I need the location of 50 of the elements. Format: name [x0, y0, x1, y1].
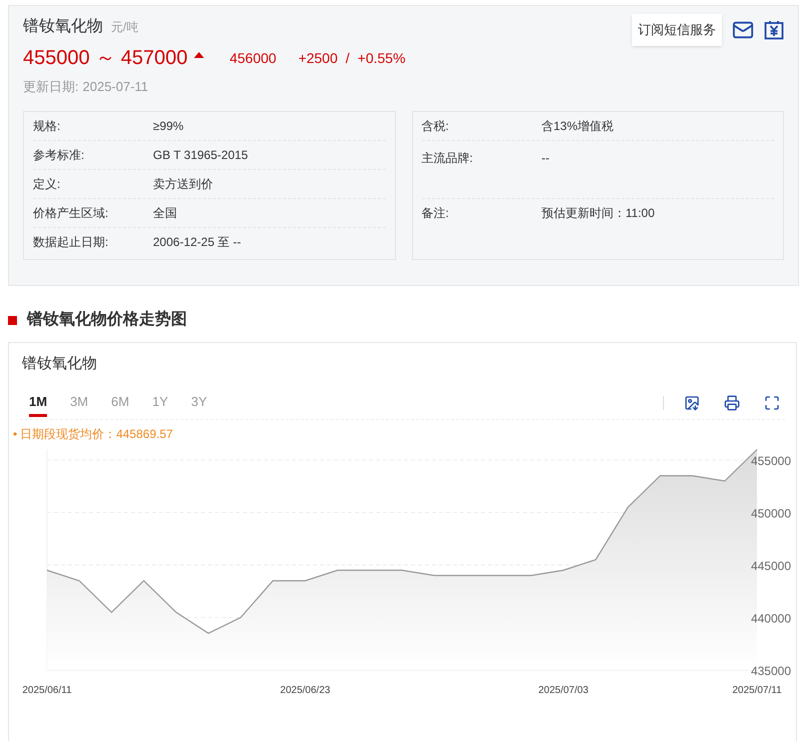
y-axis-label: 450000: [750, 506, 791, 520]
spec-label: 含税:: [422, 118, 450, 134]
update-label: 更新日期:: [23, 78, 79, 96]
spec-value: 卖方送到价: [153, 176, 213, 192]
price-change: +2500: [298, 48, 338, 68]
section-marker: [8, 316, 17, 324]
section-title: 镨钕氧化物价格走势图: [27, 309, 187, 330]
bullet-icon: •: [13, 424, 18, 442]
unit-label: 元/吨: [111, 19, 138, 36]
update-date: 2025-07-11: [82, 78, 148, 96]
x-axis-label: 2025/06/23: [280, 684, 330, 696]
spec-label: 参考标准:: [33, 146, 86, 164]
spec-label: 数据起止日期:: [33, 234, 110, 251]
range-tab[interactable]: 3M: [70, 390, 88, 416]
mail-icon[interactable]: [732, 19, 754, 41]
range-tab[interactable]: 1Y: [152, 390, 168, 416]
y-axis-label: 440000: [750, 611, 791, 625]
product-title: 镨钕氧化物: [23, 17, 103, 37]
y-axis-label: 435000: [750, 664, 791, 678]
spec-label: 定义:: [33, 176, 62, 192]
x-axis-label: 2025/07/11: [732, 684, 782, 696]
print-icon[interactable]: [724, 395, 740, 411]
spec-label: 备注:: [422, 205, 450, 222]
spec-value: --: [542, 150, 550, 166]
spec-value: 2006-12-25 至 --: [153, 234, 242, 251]
yen-document-icon[interactable]: [764, 20, 784, 40]
range-tab[interactable]: 6M: [111, 390, 130, 416]
spec-label: 主流品牌:: [422, 150, 474, 166]
price-range: 455000 ～ 457000: [23, 46, 188, 71]
spec-label: 价格产生区域:: [33, 204, 110, 222]
spec-value: GB T 31965-2015: [153, 146, 248, 164]
change-percent: +0.55%: [358, 48, 406, 68]
range-tab[interactable]: 3Y: [191, 390, 207, 416]
chart-title: 镨钕氧化物: [22, 354, 98, 374]
subscribe-button[interactable]: 订阅短信服务: [632, 14, 722, 46]
x-axis-label: 2025/07/03: [538, 684, 588, 696]
spec-value: 全国: [153, 204, 177, 222]
spec-value: 含13%增值税: [542, 118, 614, 134]
spec-value: 预估更新时间：11:00: [542, 205, 655, 222]
average-price: 456000: [230, 48, 276, 68]
y-axis-label: 445000: [750, 558, 791, 572]
spec-value: ≥99%: [153, 118, 184, 134]
fullscreen-icon[interactable]: [764, 395, 780, 411]
download-icon[interactable]: [684, 395, 700, 411]
average-note: 日期段现货均价：445869.57: [20, 426, 173, 442]
separator: /: [346, 48, 350, 68]
spec-label: 规格:: [33, 118, 62, 134]
range-tab[interactable]: 1M: [29, 390, 48, 416]
x-axis-label: 2025/06/11: [22, 684, 72, 696]
y-axis-label: 455000: [750, 454, 791, 468]
